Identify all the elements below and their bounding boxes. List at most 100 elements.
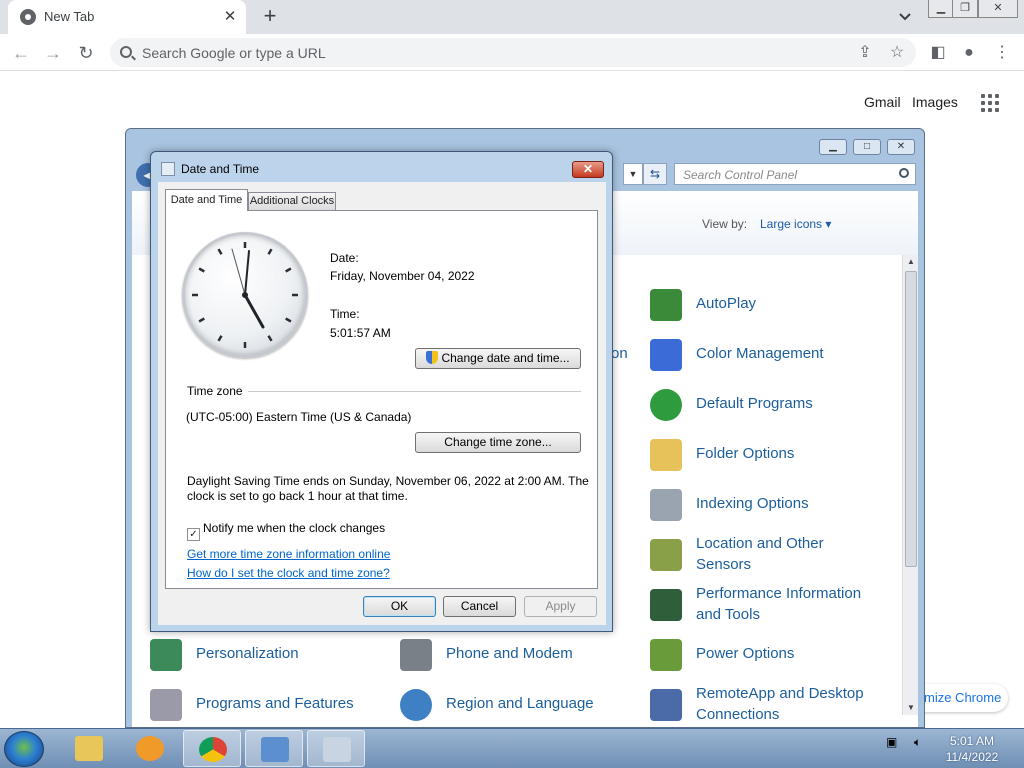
taskbar-chrome[interactable] [183, 730, 241, 767]
change-time-zone-button[interactable]: Change time zone... [415, 432, 581, 453]
address-dropdown-icon[interactable]: ▼ [623, 163, 643, 185]
date-value: Friday, November 04, 2022 [330, 269, 475, 283]
notify-label: Notify me when the clock changes [203, 521, 386, 535]
cp-partial-item[interactable]: on [611, 343, 628, 364]
time-zone-heading: Time zone [187, 384, 243, 398]
vertical-scrollbar[interactable]: ▲ ▼ [902, 255, 918, 715]
time-zone-divider [248, 391, 581, 392]
forward-icon[interactable]: → [42, 42, 64, 64]
dst-notice-line2: clock is set to go back 1 hour at that t… [187, 489, 408, 503]
control-panel-icon [261, 737, 289, 762]
dst-notice-line1: Daylight Saving Time ends on Sunday, Nov… [187, 474, 589, 488]
bookmark-star-icon[interactable]: ☆ [886, 42, 908, 64]
uac-shield-icon [426, 351, 439, 364]
taskbar-media-player[interactable] [121, 730, 179, 767]
scroll-up-icon[interactable]: ▲ [903, 255, 919, 269]
scroll-down-icon[interactable]: ▼ [903, 701, 919, 715]
omnibox[interactable]: Search Google or type a URL ⇪ ☆ [110, 38, 916, 67]
scroll-thumb[interactable] [905, 271, 917, 567]
volume-icon[interactable]: 🔈︎ [914, 735, 921, 750]
taskbar-explorer[interactable] [60, 730, 118, 767]
indexing-options-icon [650, 489, 682, 521]
view-by-dropdown[interactable]: Large icons ▾ [760, 217, 831, 231]
side-panel-icon[interactable]: ◧ [927, 42, 949, 64]
analog-clock [182, 232, 308, 358]
remoteapp-icon [650, 689, 682, 721]
tab-new-tab[interactable]: New Tab ✕ [8, 0, 246, 34]
control-panel-search-placeholder: Search Control Panel [683, 168, 798, 182]
reload-icon[interactable]: ↻ [75, 42, 97, 64]
clock-date: 11/4/2022 [945, 750, 999, 764]
google-apps-icon[interactable] [981, 94, 999, 112]
start-button[interactable] [4, 731, 44, 767]
refresh-icon[interactable]: ⇆ [643, 163, 667, 185]
browser-toolbar: ← → ↻ Search Google or type a URL ⇪ ☆ ◧ … [0, 34, 1024, 71]
cp-item-label: RemoteApp and Desktop Connections [696, 685, 864, 723]
cp-item-label: Personalization [196, 645, 299, 662]
cp-item-label: Performance Information and Tools [696, 585, 862, 623]
cp-item-label: Location and Other Sensors [696, 535, 824, 573]
programs-features-icon [150, 689, 182, 721]
apply-button[interactable]: Apply [524, 596, 597, 617]
date-label: Date: [330, 251, 359, 265]
profile-avatar-icon[interactable]: ● [958, 42, 980, 64]
cp-item-label: AutoPlay [696, 295, 757, 312]
back-icon[interactable]: ← [10, 42, 32, 64]
taskbar-date-time[interactable] [307, 730, 365, 767]
cp-minimize-button[interactable]: ▁ [819, 139, 847, 155]
dialog-title: Date and Time [181, 162, 260, 176]
gmail-link[interactable]: Gmail [864, 94, 901, 110]
chevron-down-icon[interactable] [895, 8, 915, 26]
phone-modem-icon [400, 639, 432, 671]
cp-item-label: Default Programs [696, 395, 813, 412]
omnibox-placeholder: Search Google or type a URL [142, 45, 326, 61]
change-date-time-button[interactable]: Change date and time... [415, 348, 581, 369]
cp-item-label: Folder Options [696, 445, 795, 462]
tab-date-and-time[interactable]: Date and Time [165, 189, 248, 211]
color-management-icon [650, 339, 682, 371]
clock-face-icon [192, 242, 298, 348]
restore-window-button[interactable]: ❐ [952, 0, 978, 18]
minimize-window-button[interactable]: ▁ [928, 0, 954, 18]
search-icon [899, 168, 909, 178]
change-date-time-label: Change date and time... [441, 351, 570, 365]
default-programs-icon [650, 389, 682, 421]
time-zone-info-link[interactable]: Get more time zone information online [187, 547, 390, 561]
how-to-set-clock-link[interactable]: How do I set the clock and time zone? [187, 566, 390, 580]
control-panel-search-input[interactable]: Search Control Panel [674, 163, 916, 185]
time-value: 5:01:57 AM [330, 326, 391, 340]
chrome-icon [20, 9, 36, 25]
dialog-close-button[interactable]: ✕ [572, 161, 604, 178]
cp-close-button[interactable]: ✕ [887, 139, 915, 155]
personalization-icon [150, 639, 182, 671]
cp-item-label: Power Options [696, 645, 795, 662]
date-time-dialog: Date and Time ✕ Date and Time Additional… [150, 151, 613, 632]
kebab-menu-icon[interactable]: ⋮ [991, 42, 1013, 64]
time-zone-value: (UTC-05:00) Eastern Time (US & Canada) [186, 410, 412, 424]
images-link[interactable]: Images [912, 94, 958, 110]
taskbar: ▣ 🔈︎ 5:01 AM 11/4/2022 [0, 728, 1024, 768]
performance-icon [650, 589, 682, 621]
media-player-icon [136, 736, 164, 761]
calendar-clock-icon [323, 737, 351, 762]
notify-checkbox[interactable]: ✓ [187, 528, 200, 541]
region-language-icon [400, 689, 432, 721]
folder-options-icon [650, 439, 682, 471]
cp-item-label: Indexing Options [696, 495, 809, 512]
taskbar-control-panel[interactable] [245, 730, 303, 767]
ok-button[interactable]: OK [363, 596, 436, 617]
cancel-button[interactable]: Cancel [443, 596, 516, 617]
share-icon[interactable]: ⇪ [854, 42, 876, 64]
date-time-panel: Date: Friday, November 04, 2022 Time: 5:… [165, 210, 598, 589]
cp-item-label: Programs and Features [196, 695, 354, 712]
tab-additional-clocks[interactable]: Additional Clocks [248, 192, 336, 211]
tab-close-icon[interactable]: ✕ [220, 7, 240, 27]
system-clock[interactable]: 5:01 AM 11/4/2022 [942, 733, 1002, 765]
network-icon[interactable]: ▣ [886, 735, 897, 749]
cp-maximize-button[interactable]: □ [853, 139, 881, 155]
close-window-button[interactable]: ✕ [978, 0, 1018, 18]
dialog-body: Date and Time Additional Clocks Date: Fr… [158, 182, 606, 625]
cp-item-label: Region and Language [446, 695, 594, 712]
new-tab-button[interactable]: + [259, 5, 281, 27]
cp-item-label: Phone and Modem [446, 645, 573, 662]
